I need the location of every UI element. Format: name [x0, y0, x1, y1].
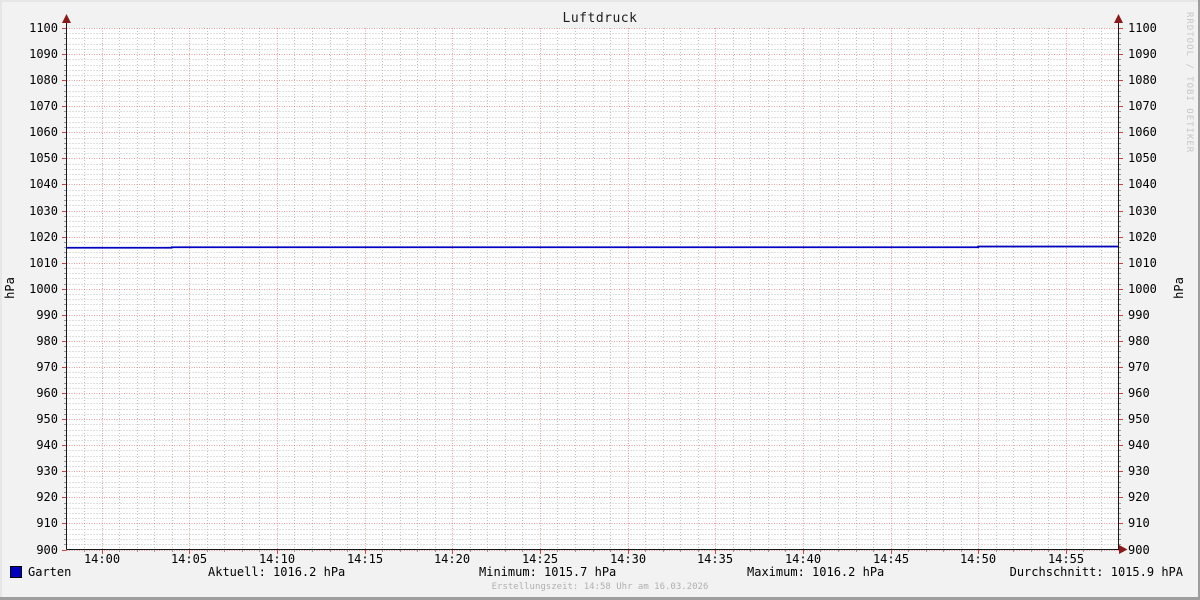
y-tick-label: 1040	[29, 177, 58, 191]
y-tick-label: 1080	[1128, 73, 1157, 87]
y-tick-label: 1100	[1128, 21, 1157, 35]
bevel-top-edge	[0, 0, 1200, 2]
y-tick-label: 940	[36, 438, 58, 452]
y-tick-label: 910	[36, 516, 58, 530]
x-tick-label: 14:15	[346, 552, 384, 566]
legend-series-label: Garten	[28, 565, 72, 579]
data-line-garten	[66, 245, 1119, 249]
y-tick-label: 1080	[29, 73, 58, 87]
x-tick-label: 14:50	[959, 552, 997, 566]
x-tick-label: 14:00	[83, 552, 121, 566]
y-tick-label: 930	[1128, 464, 1150, 478]
y-tick-label: 1070	[1128, 99, 1157, 113]
y-tick-label: 1100	[29, 21, 58, 35]
y-tick-label: 1020	[1128, 230, 1157, 244]
y-axis-unit-right: hPa	[1172, 277, 1186, 299]
legend-series: Garten	[10, 565, 72, 579]
x-tick-label: 14:05	[170, 552, 208, 566]
y-tick-label: 980	[36, 334, 58, 348]
y-tick-label: 1060	[29, 125, 58, 139]
y-tick-label: 1010	[29, 256, 58, 270]
y-tick-label: 1010	[1128, 256, 1157, 270]
y-tick-label: 1040	[1128, 177, 1157, 191]
creation-timestamp: Erstellungszeit: 14:58 Uhr am 16.03.2026	[491, 582, 709, 592]
y-tick-label: 940	[1128, 438, 1150, 452]
y-tick-label: 970	[36, 360, 58, 374]
y-tick-label: 920	[36, 490, 58, 504]
plot-area	[62, 14, 1128, 554]
y-tick-label: 1090	[1128, 47, 1157, 61]
y-tick-label: 1030	[1128, 204, 1157, 218]
y-tick-label: 960	[1128, 386, 1150, 400]
rrdtool-watermark: RRDTOOL / TOBI OETIKER	[1184, 12, 1194, 154]
x-tick-label: 14:20	[433, 552, 471, 566]
y-tick-label: 900	[36, 543, 58, 557]
y-tick-label: 1030	[29, 204, 58, 218]
y-tick-label: 1070	[29, 99, 58, 113]
y-tick-label: 1090	[29, 47, 58, 61]
y-tick-label: 980	[1128, 334, 1150, 348]
y-tick-label: 990	[36, 308, 58, 322]
y-tick-label: 1050	[1128, 151, 1157, 165]
y-axis-unit-left: hPa	[3, 277, 17, 299]
y-tick-label: 1060	[1128, 125, 1157, 139]
legend-series-swatch	[10, 565, 22, 578]
x-tick-label: 14:35	[696, 552, 734, 566]
rrdtool-graph: Luftdruck 900 910 920 930 940 950 960 970 980 990…	[0, 0, 1200, 600]
y-tick-label: 950	[1128, 412, 1150, 426]
stat-durchschnitt: Durchschnitt: 1015.9 hPA	[1009, 565, 1183, 579]
y-tick-label: 910	[1128, 516, 1150, 530]
bevel-left-edge	[0, 0, 2, 600]
y-tick-label: 920	[1128, 490, 1150, 504]
y-tick-label: 1000	[1128, 282, 1157, 296]
y-tick-label: 950	[36, 412, 58, 426]
stat-aktuell: Aktuell: 1016.2 hPa	[208, 565, 346, 579]
y-tick-label: 970	[1128, 360, 1150, 374]
y-tick-label: 930	[36, 464, 58, 478]
y-tick-label: 900	[1128, 543, 1150, 557]
stat-maximum: Maximum: 1016.2 hPa	[747, 565, 885, 579]
y-tick-label: 1020	[29, 230, 58, 244]
y-tick-label: 1050	[29, 151, 58, 165]
stat-minimum: Minimum: 1015.7 hPa	[479, 565, 617, 579]
y-tick-label: 990	[1128, 308, 1150, 322]
y-tick-label: 1000	[29, 282, 58, 296]
y-tick-label: 960	[36, 386, 58, 400]
